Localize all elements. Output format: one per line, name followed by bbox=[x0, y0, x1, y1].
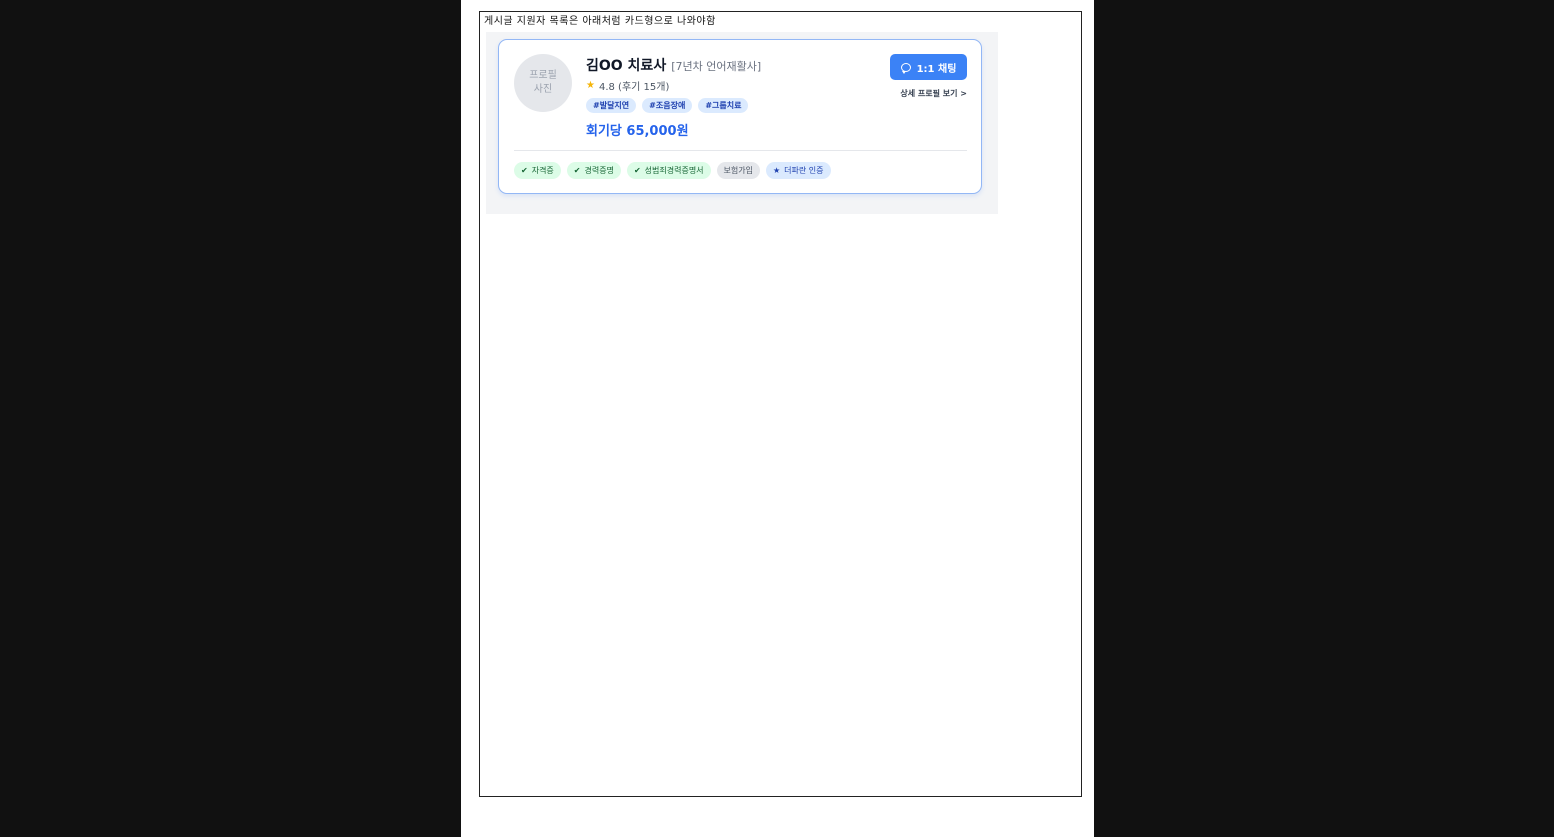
card-preview-panel: 프로필 사진 김OO 치료사 [7년차 언어재활사] ★ 4.8 (후기 15개… bbox=[486, 32, 998, 214]
document-page: 게시글 지원자 목록은 아래처럼 카드형으로 나와야함 프로필 사진 김OO 치… bbox=[461, 0, 1094, 837]
badge-label: 성범죄경력증명서 bbox=[644, 166, 704, 175]
tag: #조음장애 bbox=[642, 98, 693, 113]
avatar: 프로필 사진 bbox=[514, 54, 572, 112]
badge-career-proof: ✔ 경력증명 bbox=[566, 162, 621, 179]
applicant-card[interactable]: 프로필 사진 김OO 치료사 [7년차 언어재활사] ★ 4.8 (후기 15개… bbox=[498, 39, 982, 194]
badge-label: 자격증 bbox=[531, 166, 554, 175]
tag-list: #발달지연 #조음장애 #그룹치료 bbox=[586, 98, 749, 113]
avatar-placeholder: 프로필 사진 bbox=[529, 70, 557, 95]
session-price: 회기당 65,000원 bbox=[586, 124, 689, 139]
star-icon: ★ bbox=[586, 80, 595, 91]
applicant-subtitle: [7년차 언어재활사] bbox=[671, 60, 762, 73]
badge-label: 더파란 인증 bbox=[784, 166, 824, 175]
chat-button-label: 1:1 채팅 bbox=[916, 63, 957, 75]
rating-text: 4.8 (후기 15개) bbox=[598, 82, 670, 93]
badge-certificate: ✔ 자격증 bbox=[514, 162, 561, 179]
rating: ★ 4.8 (후기 15개) bbox=[586, 78, 669, 93]
detail-profile-link[interactable]: 상세 프로필 보기 > bbox=[900, 88, 967, 99]
divider bbox=[514, 150, 967, 151]
name-row: 김OO 치료사 [7년차 언어재활사] bbox=[586, 55, 761, 75]
tag: #그룹치료 bbox=[698, 98, 749, 113]
check-icon: ✔ bbox=[573, 166, 581, 175]
tag: #발달지연 bbox=[586, 98, 637, 113]
chat-bubble-icon bbox=[900, 62, 911, 74]
badge-label: 보험가입 bbox=[723, 166, 753, 175]
applicant-name: 김OO 치료사 bbox=[586, 58, 667, 74]
content-frame: 게시글 지원자 목록은 아래처럼 카드형으로 나와야함 프로필 사진 김OO 치… bbox=[479, 11, 1082, 797]
badge-criminal-record-check: ✔ 성범죄경력증명서 bbox=[626, 162, 711, 179]
badge-insurance: 보험가입 bbox=[716, 162, 760, 179]
check-icon: ✔ bbox=[633, 166, 641, 175]
instruction-note: 게시글 지원자 목록은 아래처럼 카드형으로 나와야함 bbox=[484, 16, 716, 27]
star-icon: ★ bbox=[773, 166, 781, 175]
chat-button[interactable]: 1:1 채팅 bbox=[890, 54, 967, 80]
verification-badges: ✔ 자격증 ✔ 경력증명 ✔ 성범죄경력증명서 보험가입 ★ 더파란 인증 bbox=[514, 162, 831, 179]
badge-label: 경력증명 bbox=[584, 166, 614, 175]
check-icon: ✔ bbox=[521, 166, 528, 175]
badge-verified: ★ 더파란 인증 bbox=[766, 162, 831, 179]
